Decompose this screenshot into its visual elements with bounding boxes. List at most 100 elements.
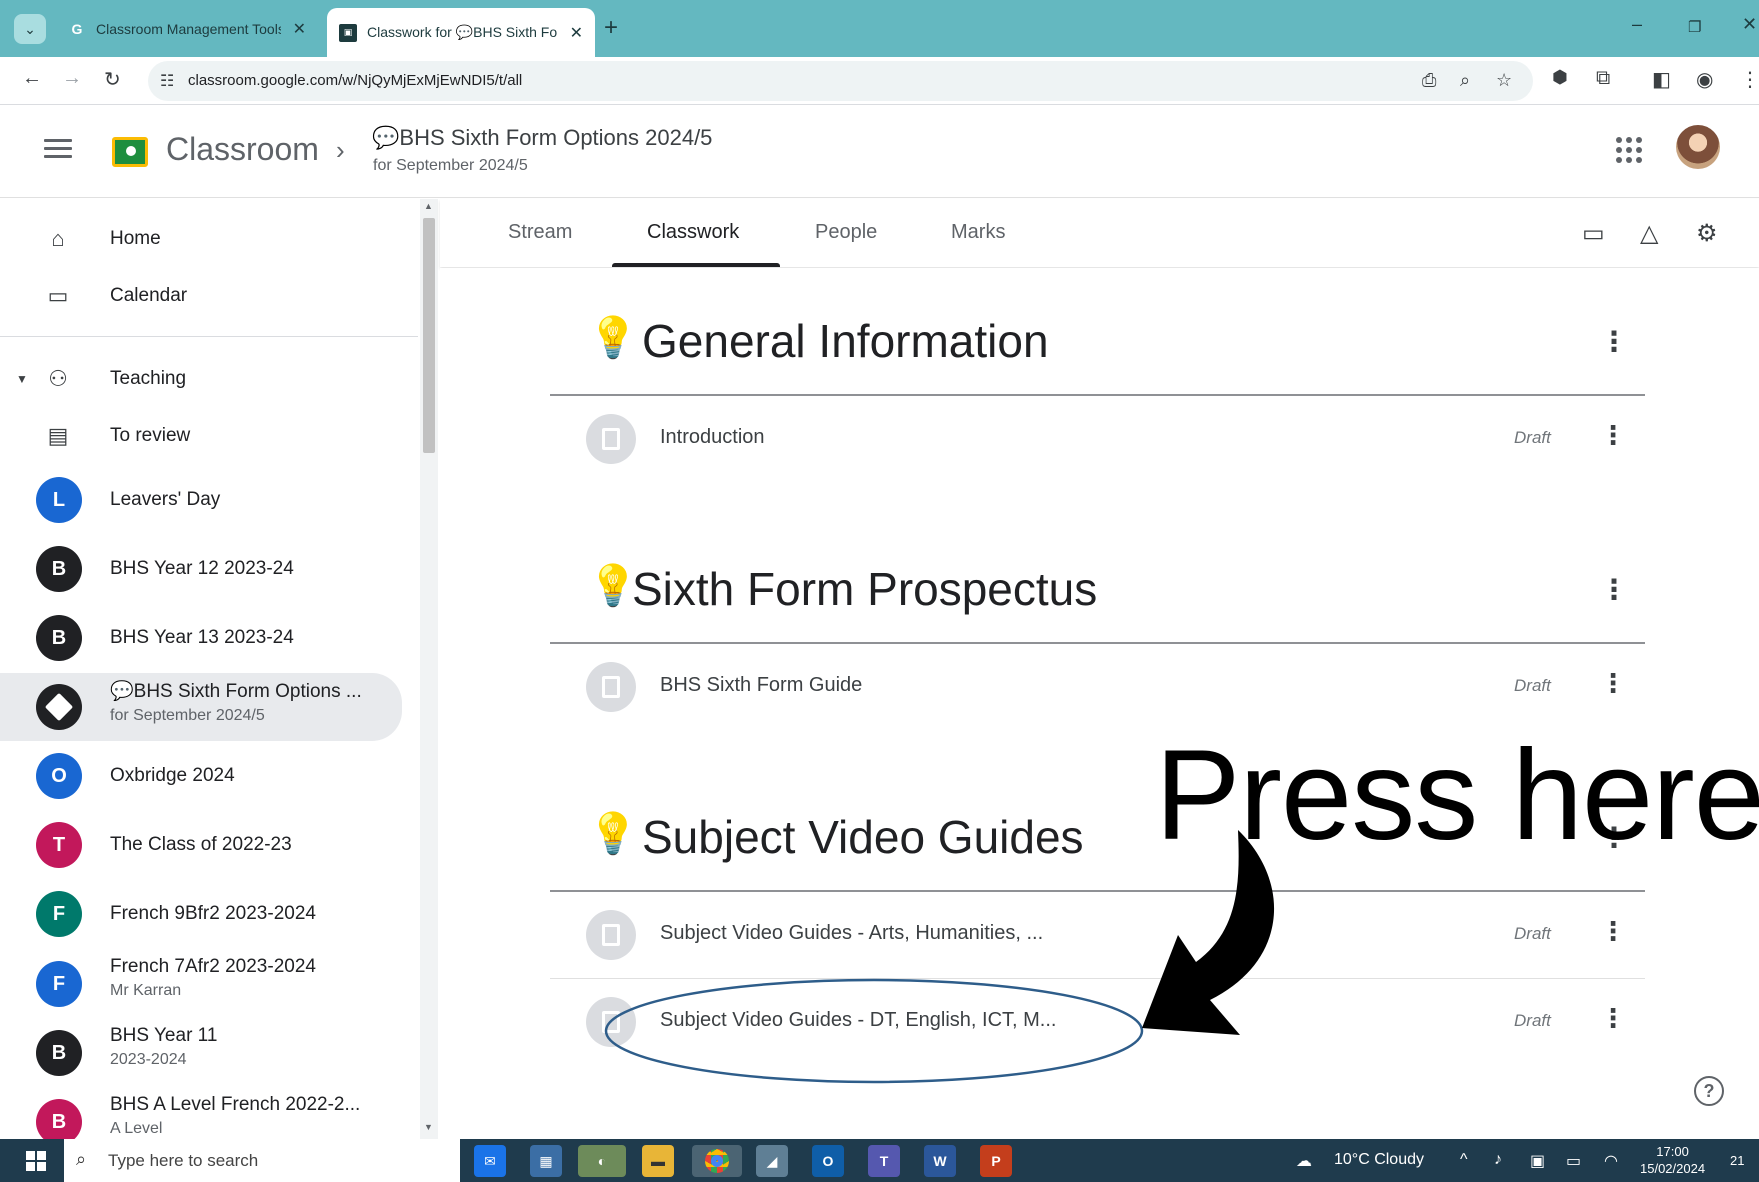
tab-people[interactable]: People	[815, 221, 877, 244]
close-window-icon[interactable]: ✕	[1742, 14, 1757, 35]
topic-more-icon[interactable]: ⋮	[1600, 576, 1628, 604]
profile-icon[interactable]: ◉	[1696, 67, 1713, 92]
scroll-up-icon[interactable]: ▲	[424, 201, 433, 211]
scroll-down-icon[interactable]: ▼	[424, 1122, 433, 1132]
class-avatar: O	[36, 753, 82, 799]
sidebar-item-label: To review	[110, 425, 191, 446]
edge-app-icon[interactable]: ◐	[578, 1145, 626, 1177]
file-explorer-icon[interactable]: ▬	[642, 1145, 674, 1177]
reload-icon[interactable]: ↻	[104, 67, 121, 92]
material-item[interactable]: Subject Video Guides - Arts, Humanities,…	[550, 892, 1645, 978]
tab-stream[interactable]: Stream	[508, 221, 572, 244]
item-more-icon[interactable]: ⋮	[1600, 918, 1626, 944]
browser-menu-icon[interactable]: ⋮	[1740, 67, 1759, 92]
classroom-logo[interactable]	[112, 137, 148, 167]
class-title[interactable]: 💬BHS Sixth Form Options 2024/5	[372, 125, 712, 151]
browser-tab-1[interactable]: G Classroom Management Tools & ✕	[56, 8, 318, 49]
sidebar-item-home[interactable]: ⌂ Home	[0, 209, 402, 269]
class-subtitle: 2023-2024	[110, 1051, 187, 1068]
class-name: Oxbridge 2024	[110, 765, 235, 786]
minimize-icon[interactable]: –	[1632, 14, 1642, 35]
material-item-dt-english[interactable]: Subject Video Guides - DT, English, ICT,…	[550, 979, 1645, 1065]
restore-icon[interactable]: ❐	[1688, 18, 1701, 36]
notepad-app-icon[interactable]: ◢	[756, 1145, 788, 1177]
sidebar-item-calendar[interactable]: ▭ Calendar	[0, 266, 402, 326]
taskbar-search[interactable]: ⌕ Type here to search	[64, 1139, 460, 1182]
sidebar-class-item[interactable]: B BHS A Level French 2022-2... A Level	[0, 1088, 402, 1139]
side-panel-icon[interactable]: ◧	[1652, 67, 1671, 92]
item-more-icon[interactable]: ⋮	[1600, 422, 1626, 448]
site-info-icon[interactable]: ☷	[160, 71, 174, 91]
material-title: Introduction	[660, 426, 765, 448]
item-more-icon[interactable]: ⋮	[1600, 670, 1626, 696]
close-tab-icon[interactable]: ✕	[570, 23, 583, 43]
caret-down-icon[interactable]: ▼	[16, 372, 28, 386]
tray-chevron-icon[interactable]: ^	[1460, 1151, 1468, 1169]
annotation-text: Press here	[1155, 724, 1759, 867]
weather-cloud-icon[interactable]: ☁	[1296, 1151, 1312, 1171]
store-app-icon[interactable]: ▦	[530, 1145, 562, 1177]
battery-icon[interactable]: ▭	[1566, 1151, 1581, 1171]
sidebar-class-item[interactable]: T The Class of 2022-23	[0, 815, 402, 875]
sidebar-class-item[interactable]: L Leavers' Day	[0, 470, 402, 530]
teams-app-icon[interactable]: T	[868, 1145, 900, 1177]
material-icon	[586, 910, 636, 960]
forward-icon[interactable]: →	[62, 67, 82, 90]
tab-marks[interactable]: Marks	[951, 221, 1005, 244]
help-icon[interactable]: ?	[1694, 1076, 1724, 1106]
sidebar-class-item[interactable]: B BHS Year 12 2023-24	[0, 539, 402, 599]
close-tab-icon[interactable]: ✕	[293, 19, 306, 39]
zoom-icon[interactable]: ⌕	[1460, 70, 1470, 91]
main-menu-icon[interactable]	[44, 139, 72, 159]
search-placeholder: Type here to search	[108, 1151, 259, 1170]
sidebar-item-teaching[interactable]: ▼ ⚇ Teaching	[0, 349, 402, 409]
class-name: BHS A Level French 2022-2...	[110, 1094, 361, 1115]
install-app-icon[interactable]: ⎙	[1422, 70, 1436, 91]
sidebar-class-item-selected[interactable]: 💬BHS Sixth Form Options ... for Septembe…	[0, 673, 402, 741]
outlook-app-icon[interactable]: O	[812, 1145, 844, 1177]
taskbar-clock[interactable]: 17:00 15/02/2024	[1640, 1143, 1705, 1177]
sidebar-item-label: Teaching	[110, 368, 187, 389]
mail-app-icon[interactable]: ✉	[474, 1145, 506, 1177]
topic-more-icon[interactable]: ⋮	[1600, 328, 1628, 356]
search-icon: ⌕	[76, 1149, 87, 1169]
word-app-icon[interactable]: W	[924, 1145, 956, 1177]
extensions-puzzle-icon[interactable]: ⧉	[1596, 67, 1610, 90]
sidebar-class-item[interactable]: B BHS Year 13 2023-24	[0, 608, 402, 668]
powerpoint-app-icon[interactable]: P	[980, 1145, 1012, 1177]
new-tab-icon[interactable]: +	[604, 14, 618, 42]
network-icon[interactable]: ▣	[1530, 1151, 1545, 1171]
sidebar-class-item[interactable]: O Oxbridge 2024	[0, 746, 402, 806]
address-bar[interactable]: ☷ classroom.google.com/w/NjQyMjExMjEwNDI…	[148, 61, 1533, 101]
browser-tab-strip: ⌄ G Classroom Management Tools & ✕ ▣ Cla…	[0, 0, 1759, 57]
material-item[interactable]: BHS Sixth Form Guide Draft ⋮	[550, 644, 1645, 730]
weather-text[interactable]: 10°C Cloudy	[1334, 1151, 1424, 1169]
sidebar-class-item[interactable]: F French 7Afr2 2023-2024 Mr Karran	[0, 950, 402, 1018]
sidebar-scroll-thumb[interactable]	[423, 218, 435, 453]
drive-icon[interactable]: △	[1640, 219, 1658, 248]
sidebar-class-item[interactable]: F French 9Bfr2 2023-2024	[0, 884, 402, 944]
chrome-app-icon[interactable]	[692, 1145, 742, 1177]
settings-gear-icon[interactable]: ⚙	[1696, 219, 1718, 248]
app-name[interactable]: Classroom	[166, 131, 319, 168]
bookmark-star-icon[interactable]: ☆	[1496, 70, 1512, 91]
lightbulb-icon: 💡	[588, 316, 638, 360]
class-name: 💬BHS Sixth Form Options ...	[110, 681, 362, 702]
volume-icon[interactable]: ♪	[1494, 1151, 1502, 1169]
sidebar-item-to-review[interactable]: ▤ To review	[0, 406, 402, 466]
extension-badge-icon[interactable]: ⬢	[1552, 67, 1568, 88]
google-apps-icon[interactable]	[1616, 137, 1642, 163]
item-more-icon[interactable]: ⋮	[1600, 1005, 1626, 1031]
material-item[interactable]: Introduction Draft ⋮	[550, 396, 1645, 482]
clock-date: 15/02/2024	[1640, 1161, 1706, 1176]
back-icon[interactable]: ←	[22, 67, 42, 90]
wifi-icon[interactable]: ◠	[1604, 1151, 1618, 1171]
calendar-icon[interactable]: ▭	[1582, 219, 1605, 248]
tab-search-button[interactable]: ⌄	[14, 14, 46, 44]
sidebar-class-item[interactable]: B BHS Year 11 2023-2024	[0, 1019, 402, 1087]
browser-tab-2[interactable]: ▣ Classwork for 💬BHS Sixth Form ✕	[327, 8, 595, 57]
notification-count[interactable]: 21	[1730, 1153, 1744, 1168]
tab-classwork[interactable]: Classwork	[647, 221, 739, 244]
windows-start-icon[interactable]	[26, 1151, 46, 1171]
account-avatar[interactable]	[1676, 125, 1720, 169]
